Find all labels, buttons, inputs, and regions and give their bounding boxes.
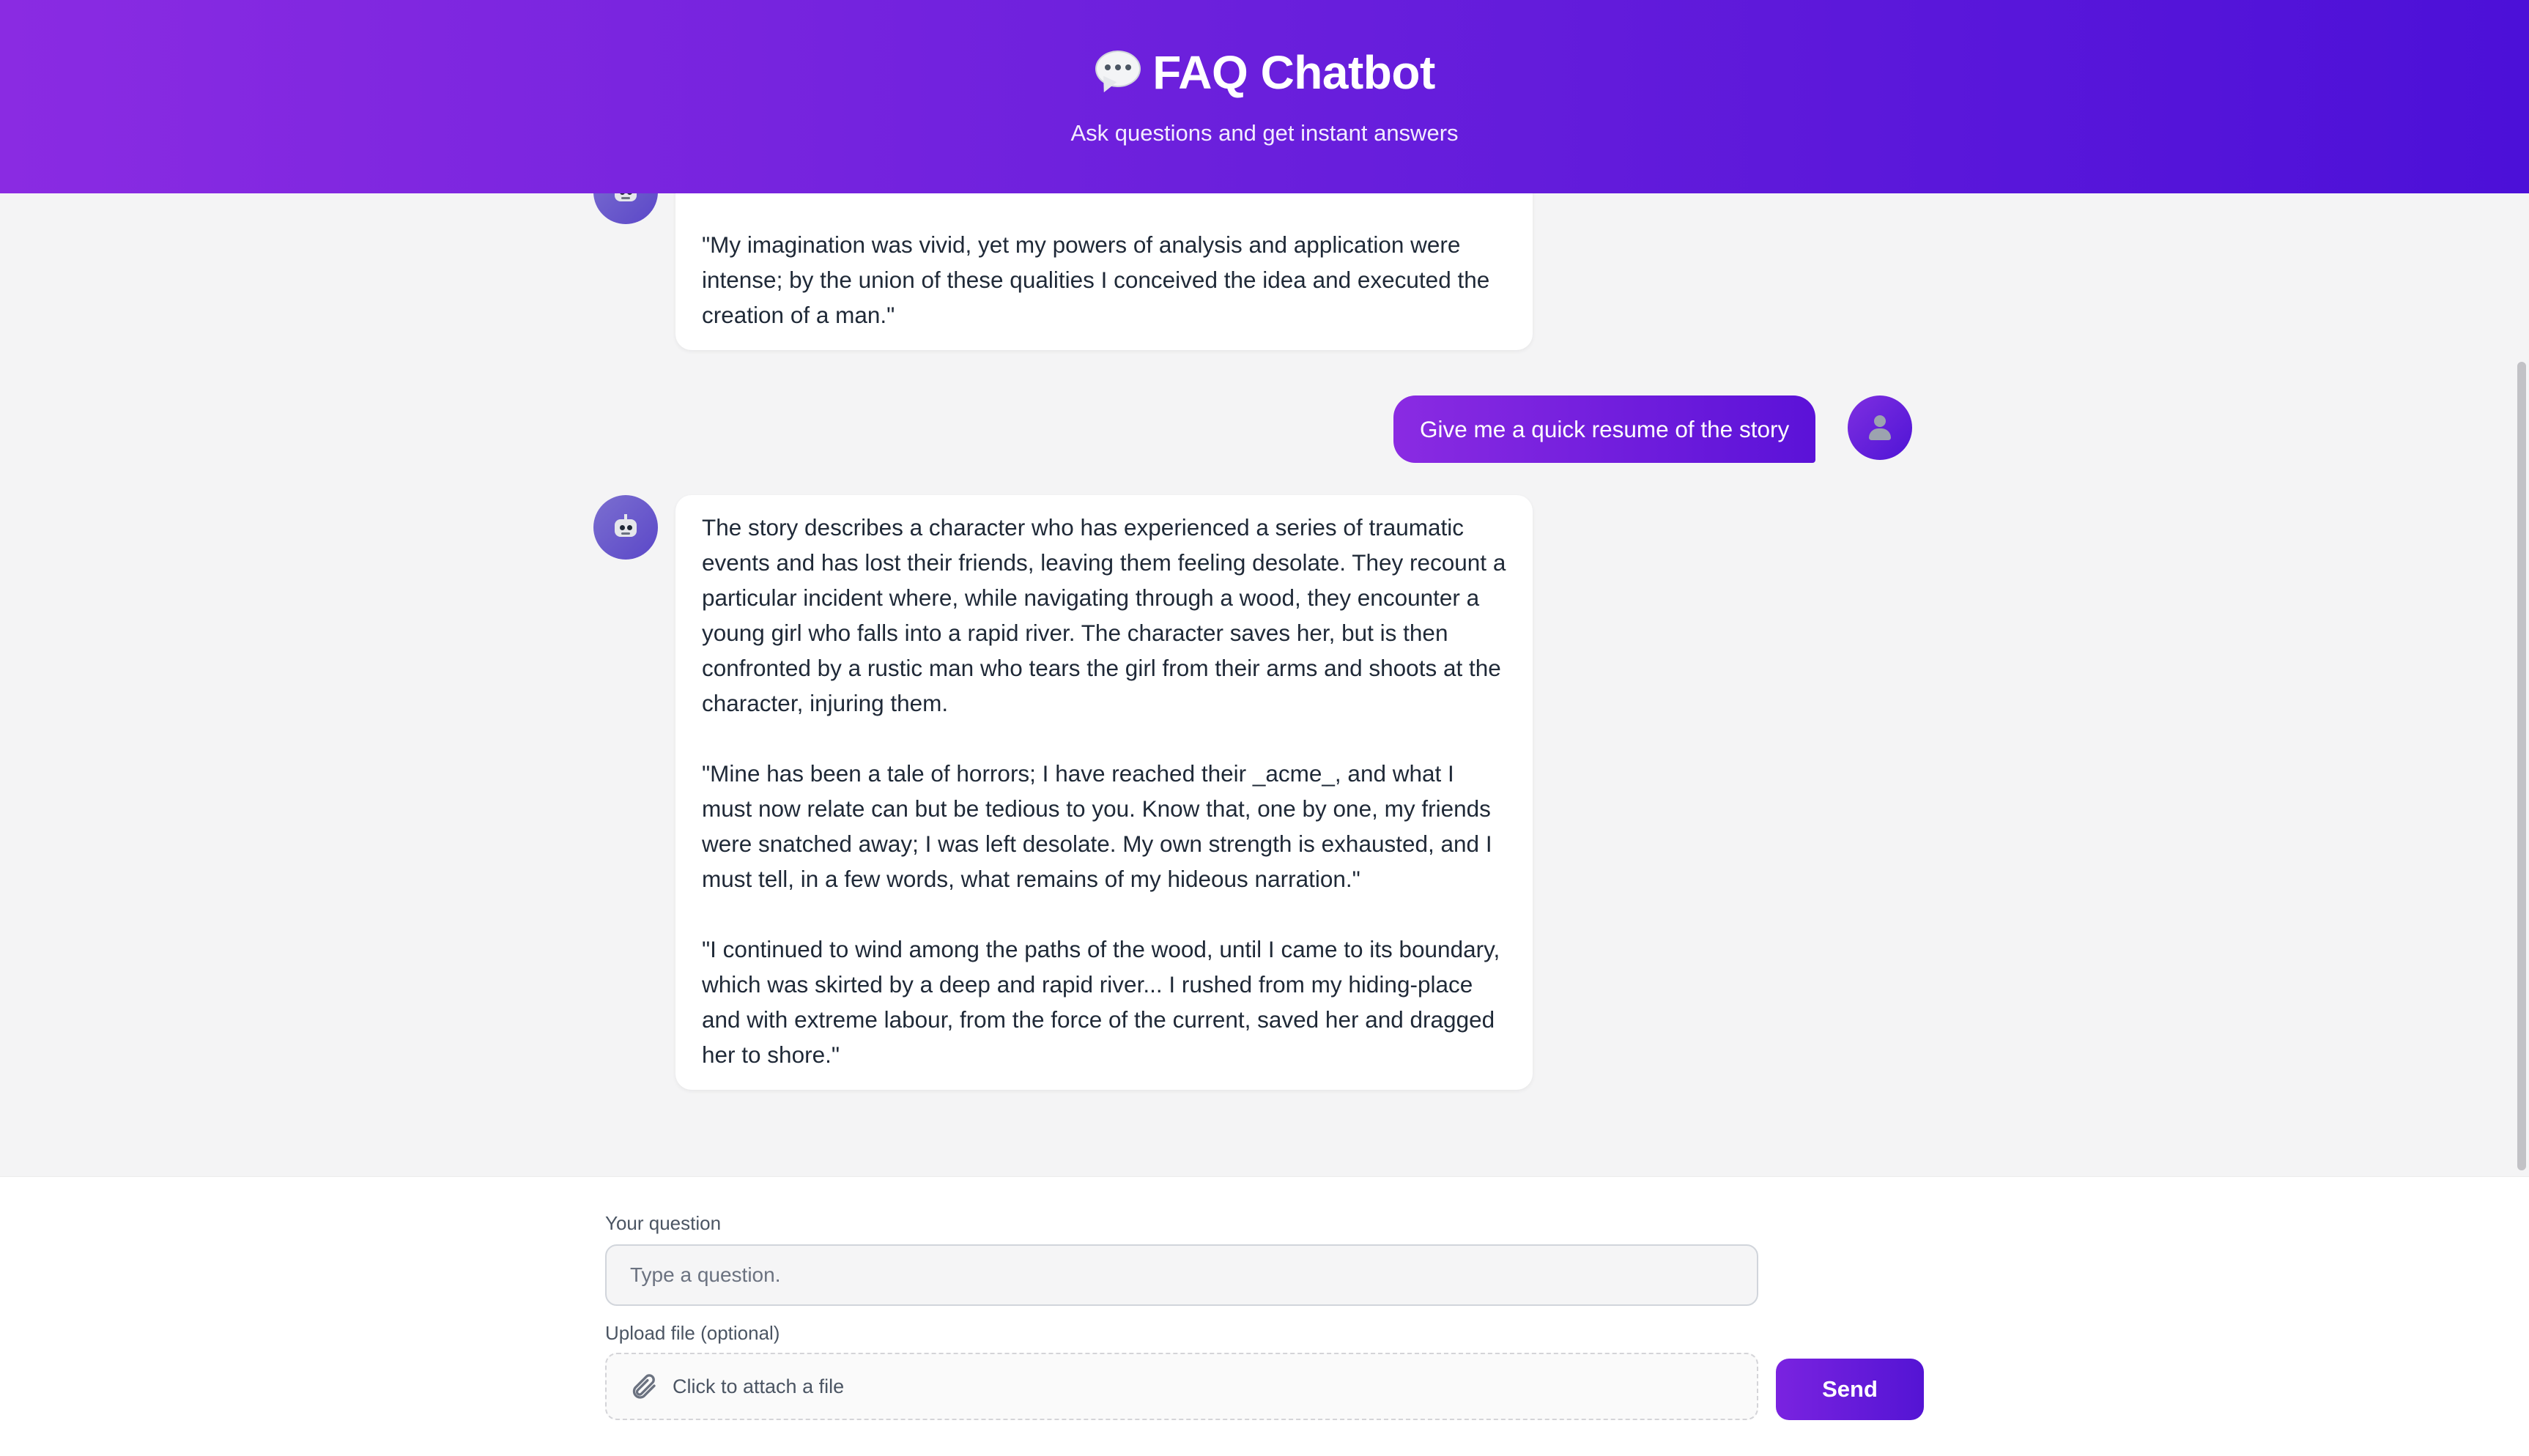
bot-avatar [593, 495, 658, 560]
page-subtitle: Ask questions and get instant answers [1070, 120, 1459, 146]
robot-icon [613, 514, 638, 541]
bot-message: The story describes a character who has … [675, 495, 1533, 1090]
question-label: Your question [605, 1212, 722, 1234]
chat-messages[interactable]: The text is a snippet from "Frankenstein… [0, 193, 2529, 1176]
page-title: FAQ Chatbot [0, 45, 2529, 100]
upload-label: Upload file (optional) [605, 1322, 780, 1344]
page-title-text: FAQ Chatbot [1152, 46, 1435, 99]
file-upload-dropzone[interactable]: Click to attach a file [605, 1353, 1758, 1420]
paperclip-icon [629, 1372, 658, 1401]
user-avatar [1848, 395, 1912, 460]
header: FAQ Chatbot Ask questions and get instan… [0, 0, 2529, 193]
input-panel: Your question Upload file (optional) Cli… [0, 1176, 2529, 1456]
scrollbar-thumb[interactable] [2517, 362, 2526, 1170]
chatbot-page: FAQ Chatbot Ask questions and get instan… [0, 0, 2529, 1456]
person-icon [1867, 414, 1893, 442]
bot-message: The text is a snippet from "Frankenstein… [675, 193, 1533, 350]
question-input[interactable] [605, 1244, 1758, 1306]
speech-bubble-icon [1094, 51, 1142, 96]
robot-icon [613, 193, 638, 205]
bot-avatar [593, 193, 658, 224]
send-button[interactable]: Send [1776, 1359, 1924, 1420]
upload-text: Click to attach a file [673, 1375, 845, 1397]
user-message: Give me a quick resume of the story [1393, 395, 1816, 463]
